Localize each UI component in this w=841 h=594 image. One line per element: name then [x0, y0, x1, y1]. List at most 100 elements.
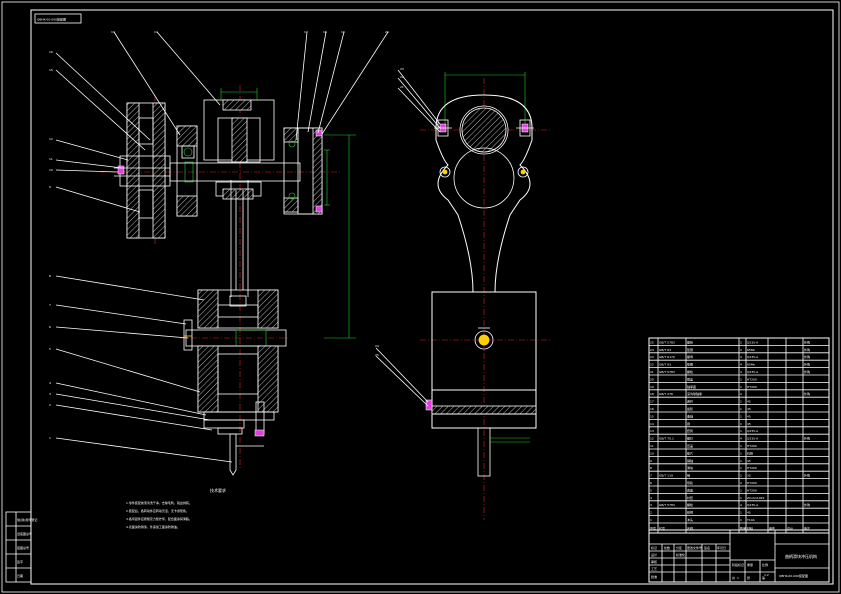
- bom-cell: 45: [747, 511, 751, 515]
- bom-row: 9 销轴 1 45: [650, 458, 751, 463]
- title-label: 比例: [762, 562, 768, 567]
- bom-cell: Q235-A: [747, 340, 759, 344]
- bom-cell: 齿轮: [687, 406, 693, 411]
- bom-cell: 45: [747, 407, 751, 411]
- bom-cell: 1: [740, 422, 742, 426]
- bom-cell: 1: [740, 444, 742, 448]
- bom-cell: Q235-A: [747, 429, 759, 433]
- bom-cell: 9: [650, 459, 652, 463]
- bom-cell: GB/T 119: [659, 474, 673, 478]
- bom-cell: 4: [740, 370, 742, 374]
- bom-cell: 6: [650, 481, 652, 485]
- balloon-left: 10: [49, 168, 53, 172]
- bom-cell: 65Mn: [747, 348, 755, 352]
- bom-row: 1 冲头 1 T10A: [650, 517, 756, 522]
- bom-cell: 2: [740, 392, 742, 396]
- bom-cell: 4: [650, 496, 652, 500]
- assembly-drawing: QBHK-00-000装配图 借(通)用件登记 旧底图总号 底图总号 签字 日期: [1, 1, 840, 593]
- bom-cell: 端盖: [687, 376, 693, 381]
- bom-cell: 螺栓: [687, 339, 693, 344]
- bom-cell: Q235-A: [747, 503, 759, 507]
- bom-cell: 外购: [804, 339, 810, 344]
- bom-cell: GB/T 93: [659, 363, 671, 367]
- drawing-number: QBHK-00-000装配图: [779, 573, 808, 578]
- balloon-right: 24: [375, 344, 379, 348]
- title-label: 签名: [704, 545, 710, 550]
- bom-cell: 20: [650, 377, 654, 381]
- bom-cell: 垫圈: [687, 347, 693, 352]
- bom-cell: 23: [650, 355, 654, 359]
- bom-cell: 5: [650, 488, 652, 492]
- title-label: 处数: [664, 545, 670, 550]
- bom-cell: 1: [740, 518, 742, 522]
- bom-cell: 1: [740, 474, 742, 478]
- balloon-top: 13: [111, 30, 115, 34]
- bom-cell: 螺母: [687, 354, 693, 359]
- balloon-top: 18: [323, 30, 327, 34]
- title-label: 重量: [747, 562, 753, 567]
- bom-cell: 24: [650, 348, 654, 352]
- bom-cell: 21: [650, 370, 654, 374]
- title-label: 设计: [651, 552, 657, 557]
- title-block: 标记 处数 分区 更改文件号 签名 年月日 设计 标准化 审核 工艺 批准 阶段…: [648, 529, 830, 583]
- bom-row: 17 连杆 1 45: [650, 399, 751, 404]
- tech-line: 3.各紧固件应按规定力矩拧紧，配合面涂润滑脂。: [126, 516, 192, 521]
- bom-cell: 22: [650, 363, 654, 367]
- bom-cell: 螺栓: [687, 369, 693, 374]
- bom-cell: 4: [740, 363, 742, 367]
- bom-cell: 1: [740, 466, 742, 470]
- bom-cell: 35: [747, 474, 751, 478]
- balloon-left: 6: [49, 325, 51, 329]
- bom-row: 5 底座 1 HT200: [650, 487, 757, 492]
- bom-cell: 13: [650, 429, 654, 433]
- bom-cell: GB/T 276: [659, 392, 673, 396]
- bom-cell: 1: [740, 496, 742, 500]
- bom-cell: 销: [687, 473, 690, 478]
- balloon-left: 8: [49, 274, 51, 278]
- bom-cell: 垫片: [687, 450, 693, 455]
- tech-line: 2.装配后，各转动件应转动灵活，无卡滞现象。: [126, 508, 189, 513]
- title-label: 共: [732, 575, 735, 580]
- title-label: 年月日: [717, 545, 726, 550]
- title-label: 工艺: [651, 566, 657, 571]
- bom-cell: 65Mn: [747, 363, 755, 367]
- bom-cell: 1: [740, 488, 742, 492]
- bom-cell: 压盖: [687, 443, 693, 448]
- bom-cell: 2: [740, 340, 742, 344]
- balloon-top: 19: [341, 30, 345, 34]
- bom-cell: GB/T 6170: [659, 355, 675, 359]
- bom-cell: 1: [740, 385, 742, 389]
- bom-cell: HT200: [747, 444, 757, 448]
- balloon-left: 11: [49, 157, 53, 161]
- bom-cell: Q235-A: [747, 437, 759, 441]
- balloon-right: 25: [375, 353, 379, 357]
- title-label: 审核: [651, 559, 657, 564]
- bom-cell: 1: [740, 511, 742, 515]
- bom-cell: 11: [650, 444, 654, 448]
- bom-cell: GB/T 93: [659, 348, 671, 352]
- bom-cell: 1: [740, 451, 742, 455]
- bom-row: 4 衬套 1 ZCuSn10P1: [650, 495, 764, 500]
- bom-cell: 12: [650, 437, 654, 441]
- bom-cell: 2: [740, 481, 742, 485]
- bom-cell: 4: [740, 503, 742, 507]
- tech-requirements: 技术要求 1.零件装配前须清洗干净，去除毛刺，锐边倒钝。 2.装配后，各转动件应…: [126, 487, 226, 529]
- bom-cell: 2: [650, 511, 652, 515]
- bom-cell: 外购: [804, 502, 810, 507]
- bom-cell: 19: [650, 385, 654, 389]
- bom-cell: 2: [740, 348, 742, 352]
- bom-cell: 衬套: [687, 495, 693, 500]
- bom-cell: 外购: [804, 347, 810, 352]
- bom-cell: 17: [650, 400, 654, 404]
- bom-cell: 外购: [804, 436, 810, 441]
- bom-cell: 石棉: [747, 450, 753, 455]
- balloon-top: 14: [154, 30, 158, 34]
- left-strip-label: 借(通)用件登记: [17, 517, 37, 522]
- bom-cell: 1: [740, 459, 742, 463]
- bom-cell: Q235-A: [747, 370, 759, 374]
- bom-cell: HT200: [747, 377, 757, 381]
- tech-title: 技术要求: [210, 487, 226, 493]
- bom-cell: 导轨: [687, 480, 693, 485]
- bom-cell: 1: [740, 377, 742, 381]
- bom-row: 2 模柄 1 45: [650, 510, 751, 515]
